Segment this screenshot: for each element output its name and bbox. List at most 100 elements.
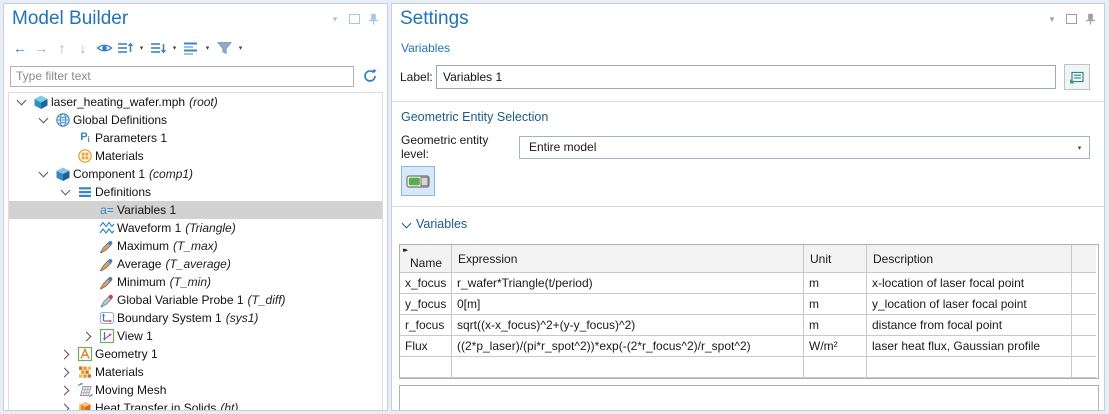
tree-item-geometry-1[interactable]: Geometry 1 — [9, 345, 382, 363]
cell-unit[interactable]: W/m² — [804, 336, 867, 357]
cell-expression[interactable] — [452, 357, 804, 378]
chevron-right-icon[interactable] — [79, 327, 97, 345]
cell-expression[interactable]: 0[m] — [452, 294, 804, 315]
model-root-icon — [31, 93, 51, 111]
chevron-down-icon[interactable] — [35, 111, 53, 129]
cell-extra — [1072, 357, 1096, 378]
tree-item-component-1[interactable]: Component 1 (comp1) — [9, 165, 382, 183]
chevron-right-icon[interactable] — [57, 399, 75, 410]
filter-menu-icon[interactable]: ▾ — [235, 44, 246, 52]
column-header-description[interactable]: Description — [867, 245, 1072, 273]
tree-item-minimum[interactable]: Minimum (T_min) — [9, 273, 382, 291]
tree-item-variables-1[interactable]: a= Variables 1 — [9, 201, 382, 219]
cell-expression[interactable]: sqrt((x-x_focus)^2+(y-y_focus)^2) — [452, 315, 804, 336]
tree-item-materials-global[interactable]: Materials — [9, 147, 382, 165]
tree-item-label: Minimum — [117, 275, 166, 289]
forward-arrow-icon[interactable]: → — [31, 38, 51, 58]
back-arrow-icon[interactable]: ← — [10, 38, 30, 58]
cell-expression[interactable]: ((2*p_laser)/(pi*r_spot^2))*exp(-(2*r_fo… — [452, 336, 804, 357]
model-builder-panel: Model Builder ▾ ← → ↑ ↓ ▾ ▾ — [3, 3, 388, 411]
chevron-down-icon[interactable] — [35, 165, 53, 183]
tree-item-global-definitions[interactable]: Global Definitions — [9, 111, 382, 129]
tree-item-parameters-1[interactable]: Pi Parameters 1 — [9, 129, 382, 147]
cell-name[interactable] — [400, 357, 452, 378]
tree-filter-input[interactable] — [10, 66, 354, 87]
move-up-icon[interactable]: ↑ — [52, 38, 72, 58]
tree-item-definitions[interactable]: Definitions — [9, 183, 382, 201]
collapse-nodes-menu-icon[interactable]: ▾ — [169, 44, 180, 52]
node-label-display-icon[interactable] — [181, 38, 201, 58]
panel-menu-icon[interactable]: ▾ — [1046, 13, 1058, 25]
chevron-down-icon[interactable] — [13, 93, 31, 111]
column-header-expression[interactable]: Expression — [452, 245, 804, 273]
cell-name[interactable]: y_focus — [400, 294, 452, 315]
expand-nodes-icon[interactable] — [115, 38, 135, 58]
tree-item-root[interactable]: laser_heating_wafer.mph (root) — [9, 93, 382, 111]
model-builder-toolbar: ← → ↑ ↓ ▾ ▾ ▾ ▾ — [10, 37, 246, 59]
geometry-icon — [75, 345, 95, 363]
tree-item-average[interactable]: Average (T_average) — [9, 255, 382, 273]
chevron-right-icon[interactable] — [57, 363, 75, 381]
tree-item-label: Parameters 1 — [95, 131, 167, 145]
chevron-spacer — [79, 273, 97, 291]
tree-item-label: Boundary System 1 — [117, 311, 222, 325]
label-input[interactable] — [436, 65, 1056, 89]
definitions-icon — [75, 183, 95, 201]
chevron-down-icon[interactable] — [57, 183, 75, 201]
cell-description[interactable]: laser heat flux, Gaussian profile — [867, 336, 1072, 357]
chevron-right-icon[interactable] — [57, 345, 75, 363]
cell-unit[interactable]: m — [804, 315, 867, 336]
tree-item-label: Variables 1 — [117, 203, 176, 217]
settings-window-controls: ▾ — [1046, 13, 1096, 25]
node-label-menu-icon[interactable]: ▾ — [202, 44, 213, 52]
section-divider — [392, 101, 1104, 102]
pin-panel-icon[interactable] — [1084, 13, 1096, 25]
tree-item-global-variable-probe-1[interactable]: Global Variable Probe 1 (T_diff) — [9, 291, 382, 309]
cell-unit[interactable]: m — [804, 294, 867, 315]
move-down-icon[interactable]: ↓ — [73, 38, 93, 58]
parameters-icon: Pi — [75, 129, 95, 147]
filter-icon[interactable] — [214, 38, 234, 58]
pin-panel-icon[interactable] — [367, 13, 379, 25]
chevron-spacer — [79, 219, 97, 237]
collapse-nodes-icon[interactable] — [148, 38, 168, 58]
average-probe-icon — [97, 255, 117, 273]
expand-nodes-menu-icon[interactable]: ▾ — [136, 44, 147, 52]
component-icon — [53, 165, 73, 183]
tree-item-heat-transfer-in-solids[interactable]: Heat Transfer in Solids (ht) — [9, 399, 382, 410]
variables-section-header[interactable]: Variables — [416, 217, 467, 231]
geometric-entity-level-row: Geometric entity level: Entire model ▾ — [401, 135, 1090, 159]
settings-title: Settings — [400, 8, 469, 30]
geometric-entity-level-select[interactable]: Entire model ▾ — [519, 136, 1090, 159]
panel-menu-icon[interactable]: ▾ — [329, 13, 341, 25]
show-options-button[interactable] — [1064, 64, 1090, 90]
show-eye-icon[interactable] — [94, 38, 114, 58]
column-header-unit[interactable]: Unit — [804, 245, 867, 273]
tree-filter-row — [10, 64, 381, 88]
tree-item-boundary-system-1[interactable]: Boundary System 1 (sys1) — [9, 309, 382, 327]
cell-name[interactable]: Flux — [400, 336, 452, 357]
cell-description[interactable]: x-location of laser focal point — [867, 273, 1072, 294]
float-panel-icon[interactable] — [348, 13, 360, 25]
cell-description[interactable] — [867, 357, 1072, 378]
cell-unit[interactable]: m — [804, 273, 867, 294]
tree-item-maximum[interactable]: Maximum (T_max) — [9, 237, 382, 255]
column-header-name[interactable]: ▸▸ Name — [400, 245, 452, 273]
cell-unit[interactable] — [804, 357, 867, 378]
tree-item-moving-mesh[interactable]: Moving Mesh — [9, 381, 382, 399]
cell-expression[interactable]: r_wafer*Triangle(t/period) — [452, 273, 804, 294]
refresh-icon[interactable] — [359, 65, 381, 87]
variables-section-chevron-icon[interactable] — [401, 217, 413, 231]
chevron-spacer — [57, 147, 75, 165]
cell-description[interactable]: y_location of laser focal point — [867, 294, 1072, 315]
tree-item-waveform-1[interactable]: Waveform 1 (Triangle) — [9, 219, 382, 237]
cell-name[interactable]: r_focus — [400, 315, 452, 336]
active-selection-toggle-button[interactable] — [401, 166, 435, 196]
tree-item-view-1[interactable]: View 1 — [9, 327, 382, 345]
comsol-desktop: Model Builder ▾ ← → ↑ ↓ ▾ ▾ — [0, 0, 1109, 414]
cell-description[interactable]: distance from focal point — [867, 315, 1072, 336]
float-panel-icon[interactable] — [1065, 13, 1077, 25]
chevron-right-icon[interactable] — [57, 381, 75, 399]
tree-item-materials-component[interactable]: Materials — [9, 363, 382, 381]
cell-name[interactable]: x_focus — [400, 273, 452, 294]
